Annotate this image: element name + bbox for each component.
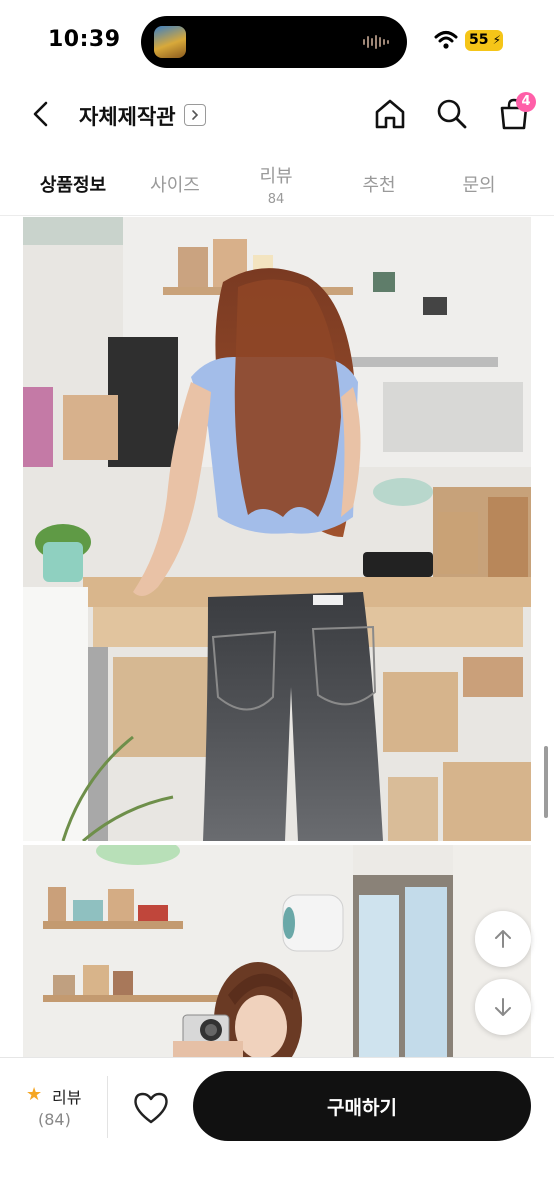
tab-label: 상품정보 (39, 175, 107, 196)
buy-button[interactable]: 구매하기 (193, 1071, 531, 1141)
tab-label: 사이즈 (150, 175, 200, 196)
status-time: 10:39 (48, 27, 121, 52)
tab-review-count: 84 (267, 191, 285, 207)
shop-title[interactable]: 자체제작관 (79, 101, 176, 131)
cart-count-badge: 4 (516, 92, 536, 112)
chevron-right-icon (192, 110, 199, 120)
status-bar: 10:39 55 ⚡ (0, 0, 554, 84)
wifi-icon (434, 31, 458, 49)
audio-wave-icon (363, 35, 389, 49)
back-button[interactable] (22, 96, 58, 132)
review-label: 리뷰 (52, 1088, 82, 1107)
scroll-indicator[interactable] (544, 746, 548, 818)
star-icon: ★ (26, 1084, 43, 1105)
home-icon[interactable] (372, 96, 408, 132)
back-arrow-icon (33, 101, 48, 127)
tab-inquiry[interactable]: 문의 (443, 152, 515, 216)
scroll-up-button[interactable] (475, 911, 531, 967)
divider (107, 1076, 108, 1138)
arrow-up-icon (495, 930, 511, 948)
app-thumbnail-icon (154, 26, 186, 58)
tab-product-info[interactable]: 상품정보 (28, 152, 118, 216)
scroll-down-button[interactable] (475, 979, 531, 1035)
product-photo-back-view (23, 217, 531, 841)
tab-label: 추천 (362, 175, 396, 196)
charging-bolt-icon: ⚡ (492, 33, 501, 47)
shop-link-button[interactable] (184, 104, 206, 126)
battery-level: 55 (469, 32, 489, 48)
product-tabs: 상품정보 사이즈 리뷰 84 추천 문의 (0, 152, 554, 216)
review-summary[interactable]: ★ 리뷰 (84) (26, 1082, 86, 1134)
heart-icon[interactable] (132, 1090, 170, 1126)
arrow-down-icon (495, 998, 511, 1016)
bottom-action-bar: ★ 리뷰 (84) 구매하기 (0, 1057, 554, 1200)
product-photo-camera (23, 845, 531, 1057)
search-icon[interactable] (434, 96, 470, 132)
tab-label: 문의 (462, 175, 496, 196)
dynamic-island[interactable] (141, 16, 407, 68)
battery-icon: 55 ⚡ (465, 30, 503, 51)
tab-size[interactable]: 사이즈 (135, 152, 215, 216)
review-count: (84) (38, 1110, 71, 1129)
tab-review[interactable]: 리뷰 84 (240, 152, 312, 216)
tab-label: 리뷰 (259, 165, 293, 187)
tab-recommend[interactable]: 추천 (343, 152, 415, 216)
app-header: 자체제작관 (0, 84, 554, 144)
